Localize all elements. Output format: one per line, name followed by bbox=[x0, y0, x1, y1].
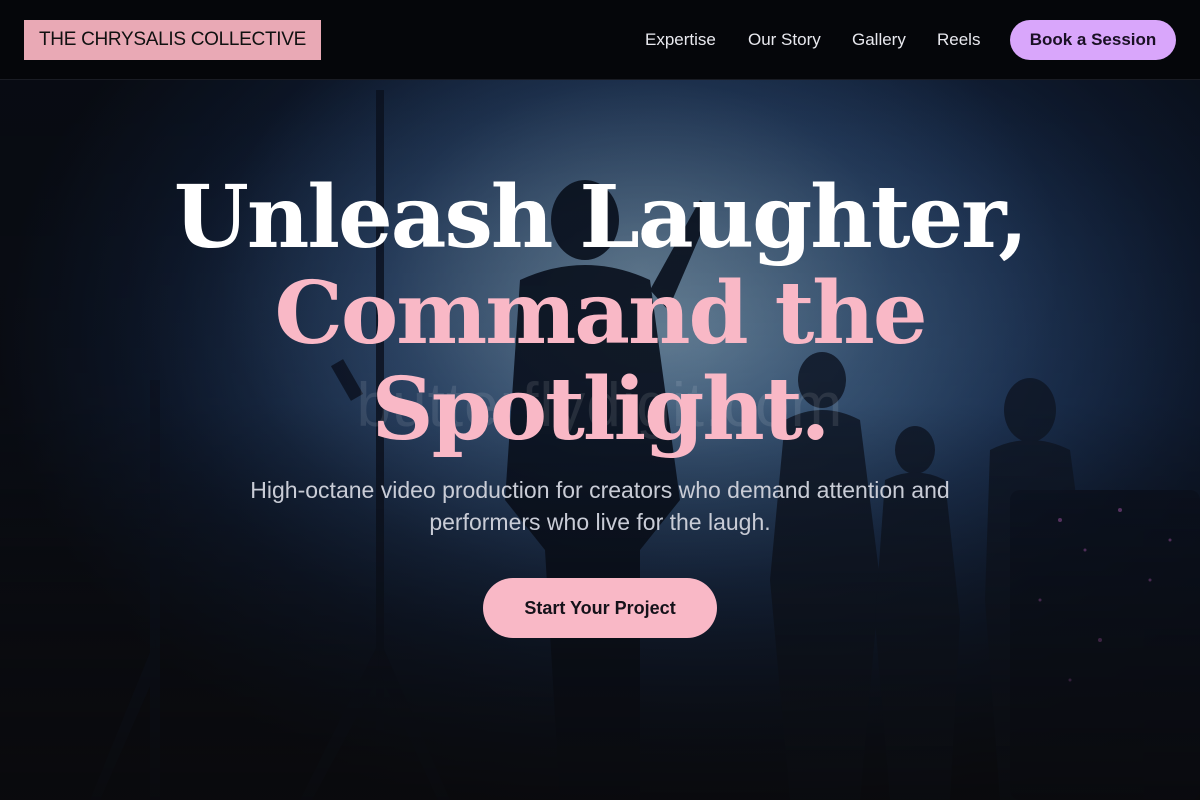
nav-link-our-story[interactable]: Our Story bbox=[748, 28, 821, 52]
nav-link-gallery[interactable]: Gallery bbox=[852, 28, 906, 52]
headline-line-2: Command the bbox=[274, 263, 927, 364]
hero-subtitle: High-octane video production for creator… bbox=[250, 477, 950, 535]
nav-link-reels[interactable]: Reels bbox=[937, 28, 980, 52]
hero-section: butterflydigit.com Unleash Laughter, Com… bbox=[0, 80, 1200, 800]
nav-link-expertise[interactable]: Expertise bbox=[645, 28, 716, 52]
book-session-button[interactable]: Book a Session bbox=[1010, 20, 1176, 60]
headline-line-3: Spotlight. bbox=[371, 359, 831, 460]
brand-logo[interactable]: THE CHRYSALIS COLLECTIVE bbox=[24, 20, 321, 60]
start-project-button[interactable]: Start Your Project bbox=[483, 578, 717, 638]
site-header: THE CHRYSALIS COLLECTIVE Expertise Our S… bbox=[0, 0, 1200, 80]
hero-headline: Unleash Laughter, Command the Spotlight. bbox=[0, 170, 1200, 458]
headline-line-1: Unleash Laughter, bbox=[173, 167, 1028, 268]
